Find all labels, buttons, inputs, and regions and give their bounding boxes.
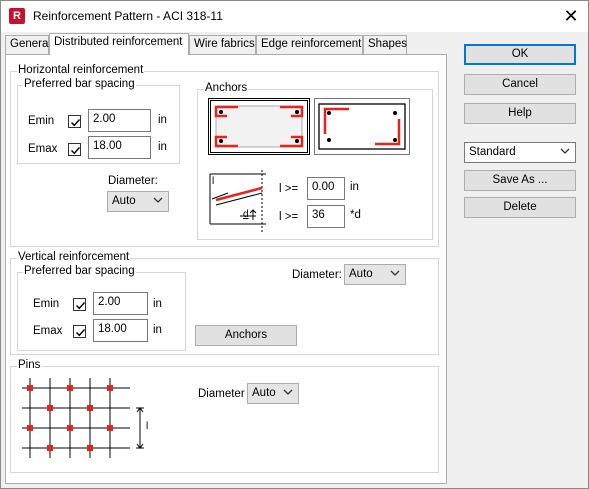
delete-button[interactable]: Delete — [464, 197, 576, 218]
title-bar: R Reinforcement Pattern - ACI 318-11 ✕ — [1, 1, 588, 32]
cancel-button[interactable]: Cancel — [464, 74, 576, 95]
vertical-diameter-label: Diameter: — [292, 269, 342, 281]
dialog-window: R Reinforcement Pattern - ACI 318-11 ✕ G… — [0, 0, 589, 489]
anchor-length-min-label: l >= — [279, 183, 299, 195]
anchor-length-diagram — [209, 170, 266, 232]
horizontal-emax-checkbox[interactable] — [68, 143, 81, 156]
horizontal-emin-checkbox[interactable] — [68, 115, 81, 128]
horizontal-reinforcement-title: Horizontal reinforcement — [17, 64, 145, 76]
vertical-diameter-value: Auto — [349, 268, 373, 280]
anchor-option-straight-ends[interactable] — [314, 98, 410, 155]
ok-button[interactable]: OK — [464, 44, 576, 65]
horizontal-emin-unit: in — [158, 114, 167, 126]
tab-shapes[interactable]: Shapes — [363, 35, 407, 54]
anchor-bent-ends-diagram — [214, 105, 304, 148]
window-title: Reinforcement Pattern - ACI 318-11 — [33, 9, 223, 23]
tab-wire-fabrics[interactable]: Wire fabrics — [189, 35, 256, 54]
horizontal-reinforcement-group: Horizontal reinforcement Preferred bar s… — [10, 64, 439, 247]
pins-diameter-label: Diameter — [198, 388, 245, 400]
vertical-spacing-title: Preferred bar spacing — [23, 265, 136, 277]
check-icon — [76, 329, 86, 337]
preset-select[interactable]: Standard — [464, 142, 576, 163]
anchor-straight-ends-diagram — [318, 103, 406, 150]
save-as-button[interactable]: Save As ... — [464, 170, 576, 191]
distributed-reinforcement-panel: Horizontal reinforcement Preferred bar s… — [5, 54, 447, 484]
anchor-length-min-input[interactable]: 0.00 — [307, 177, 345, 200]
chevron-down-icon — [153, 197, 163, 203]
vertical-emax-label: Emax — [33, 325, 63, 337]
horizontal-emin-input[interactable]: 2.00 — [88, 109, 151, 132]
vertical-emax-input[interactable]: 18.00 — [93, 319, 148, 342]
vertical-reinforcement-title: Vertical reinforcement — [17, 251, 131, 263]
close-icon[interactable]: ✕ — [560, 6, 582, 26]
horizontal-emax-label: Emax — [28, 143, 58, 155]
horizontal-diameter-label: Diameter: — [108, 175, 158, 187]
vertical-diameter-select[interactable]: Auto — [344, 264, 406, 285]
pins-diagram-l-label: l — [146, 421, 149, 432]
pins-diameter-value: Auto — [252, 387, 276, 399]
anchor-option-bent-ends[interactable] — [208, 98, 310, 155]
chevron-down-icon — [283, 389, 293, 395]
tab-edge-reinforcement[interactable]: Edge reinforcement — [256, 35, 363, 54]
check-icon — [76, 302, 86, 310]
anchor-length-min-unit: in — [350, 181, 359, 193]
pins-diameter-select[interactable]: Auto — [247, 383, 299, 404]
help-button[interactable]: Help — [464, 103, 576, 124]
vertical-emin-unit: in — [153, 298, 162, 310]
anchor-diagram-d-label: d — [243, 209, 249, 220]
pins-group: Pins l Diameter Auto — [10, 359, 439, 473]
vertical-emin-input[interactable]: 2.00 — [93, 292, 148, 315]
vertical-reinforcement-group: Vertical reinforcement Preferred bar spa… — [10, 251, 439, 355]
vertical-emax-unit: in — [153, 324, 162, 336]
check-icon — [71, 147, 81, 155]
check-icon — [71, 119, 81, 127]
tab-general[interactable]: General — [5, 35, 51, 54]
anchor-length-factor-label: l >= — [279, 211, 299, 223]
revit-app-icon: R — [9, 8, 25, 24]
anchor-length-factor-unit: *d — [350, 209, 361, 221]
vertical-emax-checkbox[interactable] — [73, 325, 86, 338]
preset-value: Standard — [469, 146, 516, 158]
vertical-spacing-group: Preferred bar spacing Emin 2.00 in Emax … — [17, 265, 186, 351]
horizontal-diameter-select[interactable]: Auto — [107, 191, 169, 212]
chevron-down-icon — [560, 148, 570, 154]
horizontal-emax-unit: in — [158, 141, 167, 153]
anchor-diagram-l-label: l — [212, 176, 215, 187]
horizontal-spacing-title: Preferred bar spacing — [23, 78, 136, 90]
chevron-down-icon — [390, 270, 400, 276]
anchors-title: Anchors — [204, 82, 249, 94]
vertical-anchors-button[interactable]: Anchors — [195, 325, 297, 346]
horizontal-emax-input[interactable]: 18.00 — [88, 136, 151, 159]
anchor-length-factor-input[interactable]: 36 — [307, 205, 345, 228]
horizontal-emin-label: Emin — [28, 115, 55, 127]
pins-title: Pins — [17, 359, 42, 371]
vertical-emin-checkbox[interactable] — [73, 298, 86, 311]
pins-grid-diagram — [22, 378, 144, 458]
anchors-group: Anchors l d l >= 0.00 in l >= 36 *d — [197, 82, 433, 240]
tab-distributed-reinforcement[interactable]: Distributed reinforcement — [49, 33, 189, 55]
horizontal-diameter-value: Auto — [112, 195, 136, 207]
horizontal-spacing-group: Preferred bar spacing Emin 2.00 in Emax … — [17, 78, 180, 164]
vertical-emin-label: Emin — [33, 298, 60, 310]
